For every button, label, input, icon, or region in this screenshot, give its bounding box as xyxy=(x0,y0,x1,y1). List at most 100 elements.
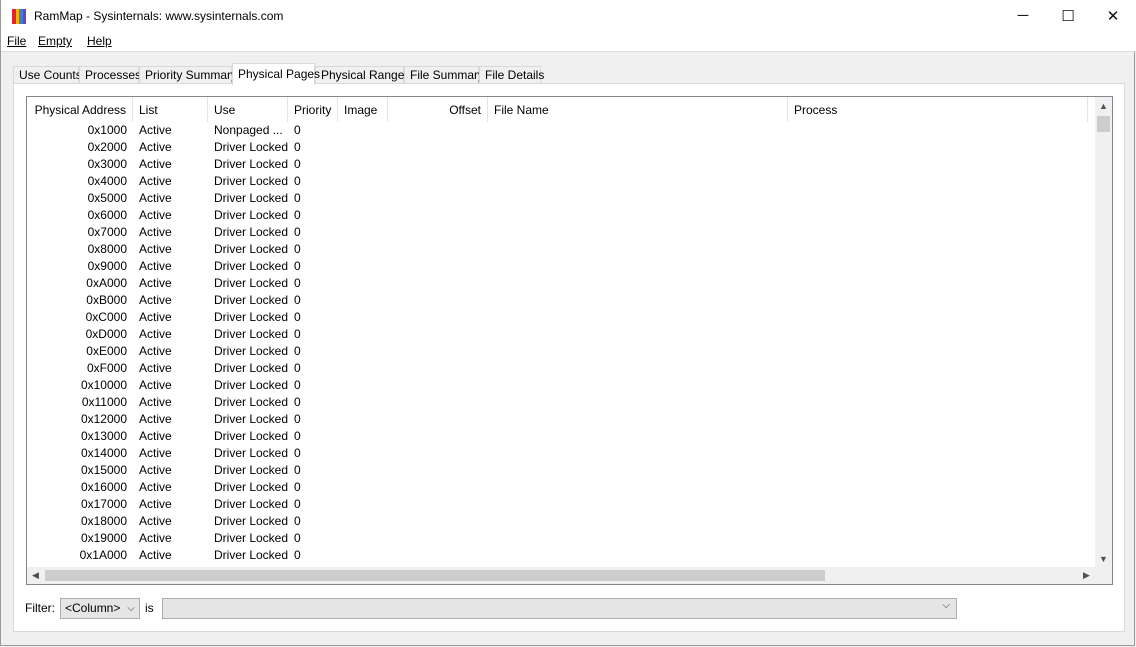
table-row[interactable]: 0x1000 Active Nonpaged ... 0 xyxy=(27,122,1097,139)
scroll-up-icon[interactable]: ▲ xyxy=(1095,97,1112,114)
cell-use: Driver Locked xyxy=(214,259,288,273)
filter-value-combo[interactable]: ⌵ xyxy=(162,598,957,619)
table-row[interactable]: 0xC000 Active Driver Locked 0 xyxy=(27,309,1097,326)
table-row[interactable]: 0x18000 Active Driver Locked 0 xyxy=(27,513,1097,530)
column-header-use[interactable]: Use xyxy=(208,97,288,122)
table-row[interactable]: 0x17000 Active Driver Locked 0 xyxy=(27,496,1097,513)
cell-priority: 0 xyxy=(294,293,301,307)
tab-physical-ranges[interactable]: Physical Ranges xyxy=(315,66,410,84)
tab-use-counts[interactable]: Use Counts xyxy=(13,66,82,84)
filter-is-label: is xyxy=(145,601,154,615)
filter-label: Filter: xyxy=(25,601,55,615)
cell-physical-address: 0x4000 xyxy=(87,174,127,188)
menu-help[interactable]: Help xyxy=(87,34,112,48)
cell-list: Active xyxy=(139,463,172,477)
horizontal-scroll-thumb[interactable] xyxy=(45,570,825,581)
table-row[interactable]: 0xE000 Active Driver Locked 0 xyxy=(27,343,1097,360)
table-row[interactable]: 0x9000 Active Driver Locked 0 xyxy=(27,258,1097,275)
table-row[interactable]: 0x6000 Active Driver Locked 0 xyxy=(27,207,1097,224)
cell-use: Driver Locked xyxy=(214,395,288,409)
tab-physical-pages[interactable]: Physical Pages xyxy=(232,63,320,85)
menu-empty[interactable]: Empty xyxy=(38,34,72,48)
cell-list: Active xyxy=(139,327,172,341)
minimize-button[interactable]: ─ xyxy=(1000,0,1046,31)
cell-physical-address: 0x11000 xyxy=(81,395,127,409)
table-row[interactable]: 0x11000 Active Driver Locked 0 xyxy=(27,394,1097,411)
cell-use: Driver Locked xyxy=(214,310,288,324)
column-header-list[interactable]: List xyxy=(133,97,208,122)
cell-priority: 0 xyxy=(294,225,301,239)
cell-list: Active xyxy=(139,174,172,188)
column-header-priority[interactable]: Priority xyxy=(288,97,338,122)
menu-help-label: Help xyxy=(87,34,112,48)
vertical-scrollbar[interactable]: ▲ ▼ xyxy=(1095,97,1112,567)
horizontal-scrollbar[interactable]: ◀ ▶ xyxy=(27,567,1095,584)
table-row[interactable]: 0xB000 Active Driver Locked 0 xyxy=(27,292,1097,309)
cell-physical-address: 0x17000 xyxy=(80,497,127,511)
table-row[interactable]: 0x10000 Active Driver Locked 0 xyxy=(27,377,1097,394)
column-header-file-name[interactable]: File Name xyxy=(488,97,788,122)
close-button[interactable]: ✕ xyxy=(1090,0,1136,31)
table-row[interactable]: 0x15000 Active Driver Locked 0 xyxy=(27,462,1097,479)
cell-physical-address: 0x12000 xyxy=(80,412,127,426)
filter-column-value: <Column> xyxy=(65,601,121,615)
cell-priority: 0 xyxy=(294,446,301,460)
cell-list: Active xyxy=(139,395,172,409)
cell-physical-address: 0x14000 xyxy=(80,446,127,460)
table-row[interactable]: 0x5000 Active Driver Locked 0 xyxy=(27,190,1097,207)
table-row[interactable]: 0x1A000 Active Driver Locked 0 xyxy=(27,547,1097,564)
table-row[interactable]: 0x3000 Active Driver Locked 0 xyxy=(27,156,1097,173)
column-header-offset[interactable]: Offset xyxy=(388,97,488,122)
vertical-scroll-thumb[interactable] xyxy=(1097,116,1110,132)
cell-use: Driver Locked xyxy=(214,497,288,511)
cell-list: Active xyxy=(139,191,172,205)
table-row[interactable]: 0x14000 Active Driver Locked 0 xyxy=(27,445,1097,462)
maximize-button[interactable]: ☐ xyxy=(1045,0,1091,31)
filter-column-select[interactable]: <Column> ⌵ xyxy=(60,598,140,619)
cell-list: Active xyxy=(139,157,172,171)
table-row[interactable]: 0x7000 Active Driver Locked 0 xyxy=(27,224,1097,241)
cell-priority: 0 xyxy=(294,480,301,494)
scroll-right-icon[interactable]: ▶ xyxy=(1078,567,1095,584)
table-row[interactable]: 0x19000 Active Driver Locked 0 xyxy=(27,530,1097,547)
cell-use: Driver Locked xyxy=(214,344,288,358)
cell-priority: 0 xyxy=(294,395,301,409)
table-row[interactable]: 0x2000 Active Driver Locked 0 xyxy=(27,139,1097,156)
cell-list: Active xyxy=(139,123,172,137)
menu-file-label: File xyxy=(7,34,27,48)
cell-use: Driver Locked xyxy=(214,208,288,222)
table-row[interactable]: 0xF000 Active Driver Locked 0 xyxy=(27,360,1097,377)
minimize-icon: ─ xyxy=(1017,7,1029,24)
cell-list: Active xyxy=(139,514,172,528)
table-row[interactable]: 0x13000 Active Driver Locked 0 xyxy=(27,428,1097,445)
table-row[interactable]: 0x12000 Active Driver Locked 0 xyxy=(27,411,1097,428)
scroll-left-icon[interactable]: ◀ xyxy=(27,567,44,584)
cell-priority: 0 xyxy=(294,514,301,528)
cell-physical-address: 0x18000 xyxy=(80,514,127,528)
column-header-process[interactable]: Process xyxy=(788,97,1088,122)
physical-pages-list[interactable]: Physical Address List Use Priority Image… xyxy=(26,96,1113,585)
scrollbar-corner xyxy=(1095,567,1112,584)
table-row[interactable]: 0xD000 Active Driver Locked 0 xyxy=(27,326,1097,343)
cell-priority: 0 xyxy=(294,361,301,375)
menu-file[interactable]: File xyxy=(7,34,26,48)
scroll-down-icon[interactable]: ▼ xyxy=(1095,550,1112,567)
table-row[interactable]: 0x4000 Active Driver Locked 0 xyxy=(27,173,1097,190)
cell-physical-address: 0x7000 xyxy=(87,225,127,239)
tab-processes[interactable]: Processes xyxy=(79,66,141,84)
table-row[interactable]: 0xA000 Active Driver Locked 0 xyxy=(27,275,1097,292)
table-row[interactable]: 0x16000 Active Driver Locked 0 xyxy=(27,479,1097,496)
cell-use: Driver Locked xyxy=(214,191,288,205)
cell-priority: 0 xyxy=(294,378,301,392)
column-header-image[interactable]: Image xyxy=(338,97,388,122)
cell-physical-address: 0x19000 xyxy=(80,531,127,545)
close-icon: ✕ xyxy=(1106,7,1120,25)
tab-file-summary[interactable]: File Summary xyxy=(404,66,484,84)
cell-use: Driver Locked xyxy=(214,378,288,392)
table-row[interactable]: 0x8000 Active Driver Locked 0 xyxy=(27,241,1097,258)
column-header-physical-address[interactable]: Physical Address xyxy=(27,97,133,122)
tab-file-details[interactable]: File Details xyxy=(479,66,544,84)
cell-use: Driver Locked xyxy=(214,293,288,307)
tab-priority-summary[interactable]: Priority Summary xyxy=(139,66,237,84)
chevron-down-icon: ⌵ xyxy=(127,603,135,614)
